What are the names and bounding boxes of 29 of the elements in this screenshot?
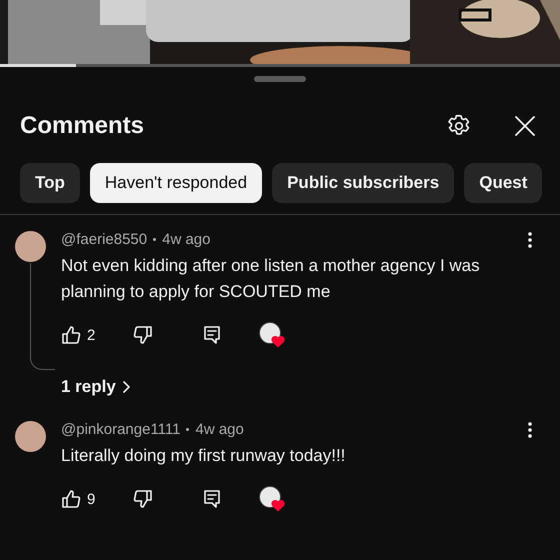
- filter-chip[interactable]: Quest: [464, 163, 542, 203]
- user-avatar[interactable]: [15, 421, 46, 452]
- comment-time: 4w ago: [195, 421, 244, 438]
- comment-author[interactable]: @faerie8550: [61, 231, 148, 248]
- panel-title: Comments: [20, 112, 146, 140]
- reply-icon: [203, 489, 221, 509]
- progress-bar[interactable]: [0, 64, 560, 67]
- comment-text: Literally doing my first runway today!!!: [61, 445, 346, 467]
- filter-chip[interactable]: Public subscribers: [272, 163, 454, 203]
- separator-dot: [186, 428, 190, 431]
- thumbs-up-icon: [61, 489, 81, 509]
- drag-handle[interactable]: [254, 76, 306, 82]
- thumbs-down-icon: [133, 325, 153, 345]
- comment-text: Not even kidding after one listen a mother agency I was planning to apply for SCOUTED me: [61, 255, 481, 303]
- thumbs-up-icon: [61, 325, 81, 345]
- user-avatar[interactable]: [15, 231, 46, 262]
- heart-icon: [271, 499, 285, 512]
- filter-chip[interactable]: Haven't responded: [90, 163, 262, 203]
- reply-icon: [203, 325, 221, 345]
- like-button[interactable]: 9: [61, 489, 133, 509]
- replies-link[interactable]: 1 reply: [61, 377, 131, 397]
- heart-icon: [271, 335, 285, 348]
- chevron-right-icon: [122, 380, 131, 394]
- like-button[interactable]: 2: [61, 325, 133, 345]
- separator-dot: [153, 238, 156, 241]
- comment-time: 4w ago: [162, 231, 210, 248]
- thumbs-down-icon: [133, 489, 153, 509]
- filter-chip[interactable]: Top: [20, 163, 80, 203]
- comment-author[interactable]: @pinkorange1111: [61, 421, 180, 438]
